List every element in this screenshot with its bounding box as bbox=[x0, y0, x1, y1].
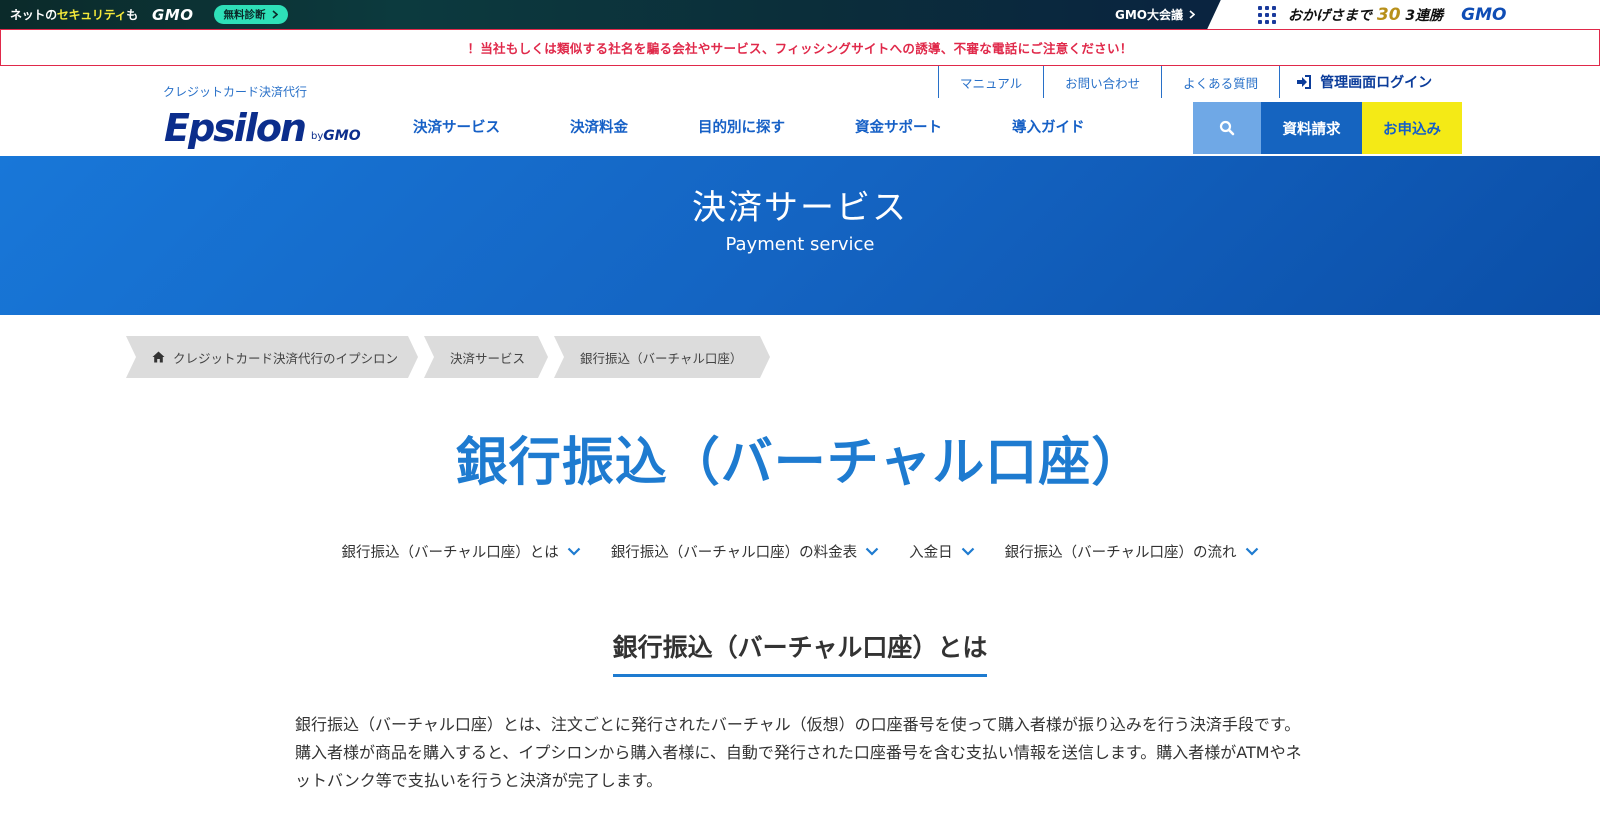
anchor-pricing[interactable]: 銀行振込（バーチャル口座）の料金表 bbox=[611, 541, 879, 562]
nav-intro-guide[interactable]: 導入ガイド bbox=[1012, 116, 1085, 137]
chevron-down-icon bbox=[961, 547, 974, 556]
gmo-top-bar: ネットのセキュリティも GMO 無料診断 GMO大会議 おかげさまで 30 3連… bbox=[0, 0, 1600, 29]
warning-text: ！当社もしくは類似する社名を騙る会社やサービス、フィッシングサイトへの誘導、不審… bbox=[467, 41, 1133, 56]
search-icon bbox=[1219, 120, 1235, 136]
hero-subtitle: Payment service bbox=[725, 234, 875, 255]
gmo-conference-link[interactable]: GMO大会議 bbox=[1115, 0, 1195, 29]
phishing-warning-banner: ！当社もしくは類似する社名を騙る会社やサービス、フィッシングサイトへの誘導、不審… bbox=[0, 29, 1600, 66]
breadcrumb-payment-services[interactable]: 決済サービス bbox=[424, 336, 548, 378]
header-tagline: クレジットカード決済代行 bbox=[163, 85, 308, 99]
chevron-right-icon bbox=[271, 10, 278, 19]
hero-title: 決済サービス bbox=[692, 188, 908, 228]
site-header: クレジットカード決済代行 Epsilon by GMO マニュアル お問い合わせ… bbox=[0, 66, 1600, 156]
breadcrumb-current: 銀行振込（バーチャル口座） bbox=[554, 336, 770, 378]
page-title: 銀行振込（バーチャル口座） bbox=[455, 433, 1145, 493]
util-link-contact[interactable]: お問い合わせ bbox=[1043, 66, 1161, 98]
chevron-down-icon bbox=[865, 547, 879, 556]
grid-dots-icon[interactable] bbox=[1258, 5, 1278, 24]
gmo-logo: GMO bbox=[152, 5, 194, 24]
section-title-wrapper: 銀行振込（バーチャル口座）とは bbox=[0, 628, 1600, 677]
admin-login-link[interactable]: 管理画面ログイン bbox=[1279, 66, 1453, 98]
hero-banner: 決済サービス Payment service bbox=[0, 156, 1600, 315]
util-link-faq[interactable]: よくある質問 bbox=[1161, 66, 1279, 98]
gmo-security-tagline: ネットのセキュリティも bbox=[10, 8, 138, 22]
anchor-deposit-date[interactable]: 入金日 bbox=[909, 541, 975, 562]
nav-funding-support[interactable]: 資金サポート bbox=[855, 116, 942, 137]
epsilon-logo[interactable]: Epsilon by GMO bbox=[164, 108, 361, 148]
anchor-nav: 銀行振込（バーチャル口座）とは 銀行振込（バーチャル口座）の料金表 入金日 銀行… bbox=[0, 541, 1600, 562]
gmo-security-promo[interactable]: ネットのセキュリティも GMO 無料診断 bbox=[10, 0, 288, 29]
anchor-about[interactable]: 銀行振込（バーチャル口座）とは bbox=[341, 541, 581, 562]
sign-in-icon bbox=[1297, 75, 1312, 89]
chevron-right-icon bbox=[1189, 10, 1195, 19]
chevron-down-icon bbox=[567, 547, 581, 556]
section-description: 銀行振込（バーチャル口座）とは、注文ごとに発行されたバーチャル（仮想）の口座番号… bbox=[295, 715, 1302, 790]
okage-banner-text: おかげさまで 30 3連勝 bbox=[1288, 4, 1444, 25]
nav-pricing[interactable]: 決済料金 bbox=[570, 116, 628, 137]
util-link-manual[interactable]: マニュアル bbox=[938, 66, 1043, 98]
main-nav: 決済サービス 決済料金 目的別に探す 資金サポート 導入ガイド bbox=[413, 116, 1085, 137]
request-materials-button[interactable]: 資料請求 bbox=[1261, 102, 1362, 154]
apply-button[interactable]: お申込み bbox=[1362, 102, 1462, 154]
nav-by-purpose[interactable]: 目的別に探す bbox=[698, 116, 785, 137]
nav-payment-services[interactable]: 決済サービス bbox=[413, 116, 500, 137]
breadcrumb-home[interactable]: クレジットカード決済代行のイプシロン bbox=[126, 336, 418, 378]
breadcrumb: クレジットカード決済代行のイプシロン 決済サービス 銀行振込（バーチャル口座） bbox=[126, 336, 776, 378]
search-button[interactable] bbox=[1193, 102, 1261, 154]
anchor-flow[interactable]: 銀行振込（バーチャル口座）の流れ bbox=[1005, 541, 1259, 562]
utility-nav: マニュアル お問い合わせ よくある質問 管理画面ログイン bbox=[938, 66, 1453, 98]
gmo-logo-right: GMO bbox=[1461, 4, 1507, 25]
section-title: 銀行振込（バーチャル口座）とは bbox=[612, 628, 988, 677]
gmo-group-banner[interactable]: おかげさまで 30 3連勝 GMO bbox=[1228, 0, 1600, 29]
free-diagnosis-button[interactable]: 無料診断 bbox=[213, 5, 288, 24]
chevron-down-icon bbox=[1245, 547, 1258, 556]
home-icon bbox=[152, 351, 165, 363]
